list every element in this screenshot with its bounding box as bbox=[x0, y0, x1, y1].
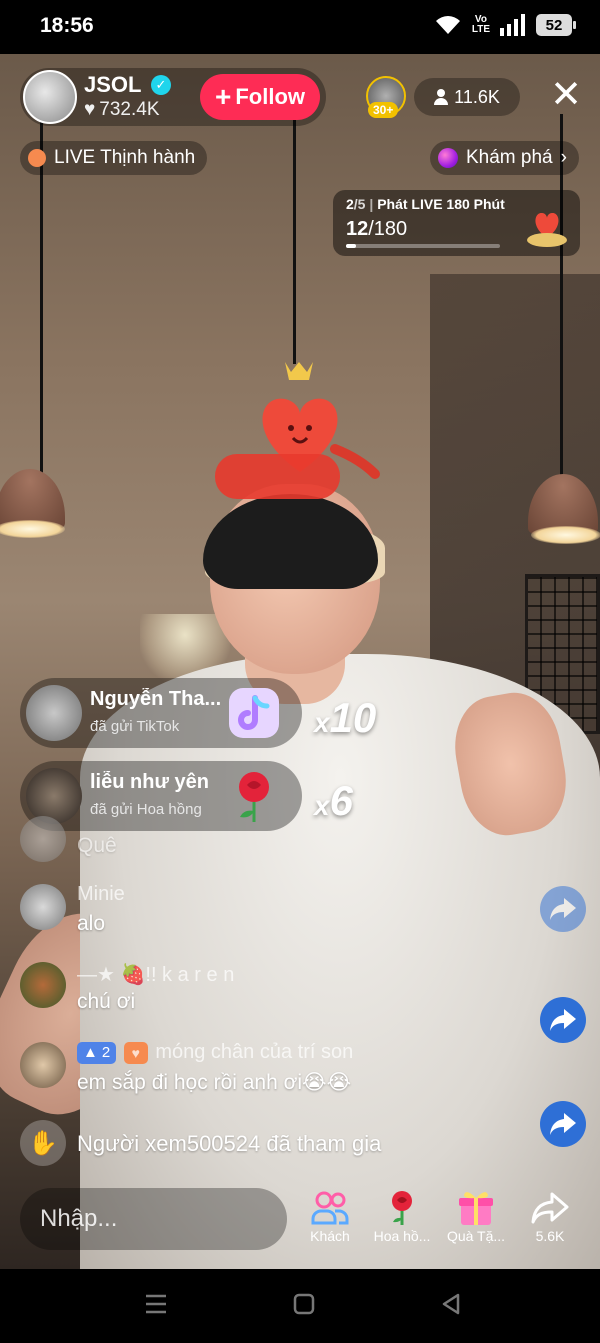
comment-text: Quê bbox=[77, 834, 117, 857]
lamp-cord bbox=[40, 114, 43, 524]
gift-count: x10 bbox=[314, 694, 377, 741]
status-bar: 18:56 Vo LTE 52 bbox=[0, 0, 600, 54]
status-icons: Vo LTE 52 bbox=[434, 14, 576, 36]
heart-icon bbox=[28, 149, 46, 167]
comment-username: —★ 🍓!! k a r e n bbox=[77, 964, 235, 986]
wave-hand-icon: ✋ bbox=[20, 1120, 66, 1166]
mission-progress-fill bbox=[346, 244, 357, 248]
lamp-cord bbox=[560, 114, 563, 534]
comment-username: Minie bbox=[77, 883, 125, 905]
comment-avatar bbox=[20, 884, 66, 930]
viewer-count-button[interactable]: 11.6K bbox=[414, 78, 520, 116]
explore-chip[interactable]: Khám phá › bbox=[430, 141, 579, 175]
status-time: 18:56 bbox=[40, 14, 94, 37]
home-nav-icon[interactable] bbox=[293, 1293, 315, 1315]
heart-icon: ♥ bbox=[84, 99, 96, 120]
close-icon[interactable]: ✕ bbox=[548, 76, 584, 114]
navigation-bar bbox=[0, 1269, 600, 1343]
person-icon bbox=[434, 89, 449, 105]
host-likes: ♥ 732.4K bbox=[84, 99, 160, 120]
mission-mascot-icon bbox=[527, 212, 567, 247]
top-viewer-badge: 30+ bbox=[368, 102, 399, 118]
gift-sender-name: liễu như yên bbox=[90, 771, 209, 793]
gift-action-text: đã gửi Hoa hồng bbox=[90, 801, 202, 818]
explore-ball-icon bbox=[438, 148, 458, 168]
chevron-right-icon: › bbox=[560, 147, 567, 168]
comment-avatar bbox=[20, 1042, 66, 1088]
follow-button[interactable]: + Follow bbox=[200, 74, 320, 120]
lamp-glow bbox=[0, 520, 65, 538]
rose-gift-icon bbox=[239, 772, 269, 822]
wifi-icon bbox=[435, 16, 460, 34]
volte-indicator: Vo LTE bbox=[471, 14, 490, 35]
comment-input[interactable]: Nhập... bbox=[20, 1188, 287, 1250]
mission-progress-text: 12/180 bbox=[346, 218, 408, 240]
comment-avatar bbox=[20, 816, 66, 862]
guests-button[interactable]: Khách bbox=[290, 1188, 370, 1252]
lamp-cord bbox=[293, 114, 296, 364]
share-icon[interactable] bbox=[540, 1101, 586, 1147]
share-icon[interactable] bbox=[540, 886, 586, 932]
comment-username-row: ▲ 2 ♥ móng chân của trí son bbox=[77, 1041, 353, 1064]
live-mission-card[interactable]: 2/5 | Phát LIVE 180 Phút 12/180 bbox=[333, 190, 580, 256]
lamp-glow bbox=[531, 526, 600, 544]
mission-title: 2/5 | Phát LIVE 180 Phút bbox=[346, 196, 505, 212]
gift-banner[interactable]: liễu như yên đã gửi Hoa hồng bbox=[20, 761, 302, 831]
gift-button[interactable]: Quà Tặ... bbox=[436, 1188, 516, 1252]
back-nav-icon[interactable] bbox=[440, 1293, 462, 1315]
gift-sender-name: Nguyễn Tha... bbox=[90, 688, 222, 710]
share-icon[interactable] bbox=[540, 997, 586, 1043]
rose-button[interactable]: Hoa hồ... bbox=[362, 1188, 442, 1252]
comment-avatar bbox=[20, 962, 66, 1008]
host-name[interactable]: JSOL bbox=[84, 72, 141, 98]
comment-text: alo bbox=[77, 912, 106, 935]
share-icon bbox=[531, 1192, 569, 1224]
battery-icon: 52 bbox=[536, 14, 576, 36]
heart-badge-icon: ♥ bbox=[123, 1041, 148, 1064]
comment-text: em sắp đi học rồi anh ơi😭😭 bbox=[77, 1071, 352, 1094]
rank-icon: ▲ bbox=[83, 1044, 98, 1062]
comment-text: chú ơi bbox=[77, 990, 136, 1013]
menu-nav-icon[interactable] bbox=[145, 1293, 167, 1315]
signal-icon bbox=[500, 14, 525, 36]
rank-badge: ▲ 2 bbox=[77, 1041, 117, 1064]
heart-mascot-effect bbox=[215, 362, 380, 499]
gift-count: x6 bbox=[314, 777, 353, 824]
gift-icon bbox=[459, 1192, 493, 1225]
join-text: Người xem500524 đã tham gia bbox=[77, 1131, 382, 1156]
verified-icon: ✓ bbox=[151, 75, 171, 95]
rose-icon bbox=[392, 1191, 412, 1225]
mission-progress-bar bbox=[346, 244, 500, 248]
tiktok-gift-icon bbox=[229, 688, 279, 738]
gift-banner[interactable]: Nguyễn Tha... đã gửi TikTok bbox=[20, 678, 302, 748]
gift-action-text: đã gửi TikTok bbox=[90, 718, 180, 735]
plus-icon: + bbox=[214, 81, 232, 112]
guests-icon bbox=[311, 1191, 349, 1225]
share-button[interactable]: 5.6K bbox=[510, 1188, 590, 1252]
live-trending-chip[interactable]: LIVE Thịnh hành bbox=[20, 141, 208, 175]
host-avatar[interactable] bbox=[23, 70, 77, 124]
gift-sender-avatar bbox=[26, 768, 82, 824]
gift-sender-avatar bbox=[26, 685, 82, 741]
